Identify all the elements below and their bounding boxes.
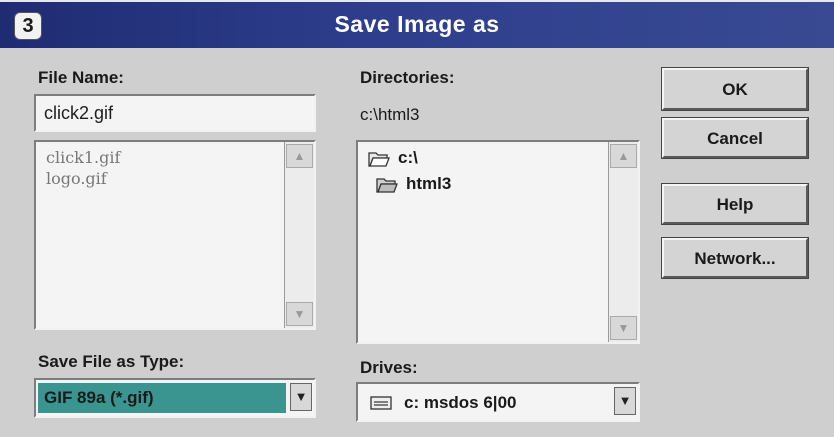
folder-open-icon <box>368 152 390 167</box>
file-list[interactable]: click1.gif logo.gif ▲ ▼ <box>34 140 316 330</box>
file-list-scrollbar[interactable]: ▲ ▼ <box>284 142 314 328</box>
file-name-label: File Name: <box>38 68 124 88</box>
save-type-value: GIF 89a (*.gif) <box>44 388 154 407</box>
drives-label: Drives: <box>360 358 418 377</box>
directories-label: Directories: <box>360 68 455 87</box>
drive-icon <box>370 396 392 410</box>
save-type-select[interactable]: GIF 89a (*.gif) ▼ <box>34 378 316 418</box>
drives-select[interactable]: c: msdos 6|00 ▼ <box>356 382 640 422</box>
file-list-item[interactable]: logo.gif <box>46 169 107 188</box>
dialog-title: Save Image as <box>334 11 500 37</box>
current-path: c:\html3 <box>360 105 420 124</box>
scroll-down-arrow-icon[interactable]: ▼ <box>610 316 637 340</box>
save-image-dialog: 3 Save Image as File Name: click2.gif cl… <box>0 0 834 437</box>
directory-list-scrollbar[interactable]: ▲ ▼ <box>608 142 638 342</box>
directory-item-label: c:\ <box>398 148 418 167</box>
title-bar[interactable]: 3 Save Image as <box>0 2 834 48</box>
scroll-up-arrow-icon[interactable]: ▲ <box>610 144 637 168</box>
file-name-label-text: File Name: <box>38 68 124 87</box>
help-button[interactable]: Help <box>661 183 809 225</box>
cancel-button[interactable]: Cancel <box>661 117 809 159</box>
chevron-down-icon[interactable]: ▼ <box>614 387 636 415</box>
ok-button[interactable]: OK <box>661 67 809 111</box>
scroll-up-arrow-icon[interactable]: ▲ <box>286 144 313 168</box>
network-button-label: Network... <box>694 249 776 268</box>
help-button-label: Help <box>716 195 754 214</box>
scroll-down-arrow-icon[interactable]: ▼ <box>286 302 313 326</box>
ok-button-label: OK <box>722 80 748 99</box>
network-button[interactable]: Network... <box>661 237 809 279</box>
directory-item-label: html3 <box>406 174 452 193</box>
save-type-label: Save File as Type: <box>38 352 185 371</box>
directory-list[interactable]: c:\ html3 ▲ ▼ <box>356 140 640 344</box>
file-name-input[interactable]: click2.gif <box>34 94 316 132</box>
drives-value: c: msdos 6|00 <box>404 393 517 412</box>
chevron-down-icon[interactable]: ▼ <box>290 383 312 411</box>
file-list-item[interactable]: click1.gif <box>46 148 120 167</box>
folder-open-icon <box>376 178 398 193</box>
file-name-value: click2.gif <box>44 103 114 123</box>
save-type-selection: GIF 89a (*.gif) <box>38 383 286 413</box>
cancel-button-label: Cancel <box>707 129 763 148</box>
